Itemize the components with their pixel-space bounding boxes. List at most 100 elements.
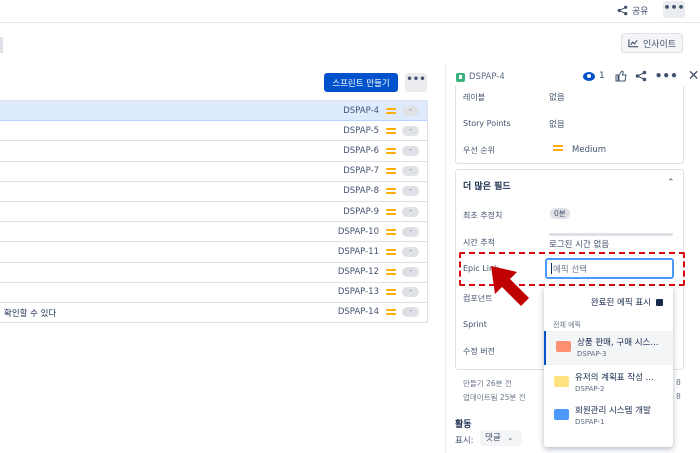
story-points-badge[interactable]: - [402,186,419,197]
share-button[interactable]: 공유 [617,3,649,17]
pointer-arrow-icon [491,266,529,306]
story-points-badge[interactable]: - [402,307,419,318]
story-points-badge[interactable]: - [402,246,419,257]
story-points-badge[interactable]: - [402,226,419,237]
priority-medium-icon [386,309,396,316]
epic-option-key: DSPAP-3 [577,350,607,358]
show-done-epics-toggle[interactable]: 완료된 에픽 표시 [591,296,663,308]
labels-field-value[interactable]: 없음 [549,91,565,103]
issue-key[interactable]: DSPAP-12 [338,267,379,277]
detail-divider [445,64,446,453]
backlog-row[interactable]: DSPAP-9 - [0,202,427,223]
issue-key[interactable]: DSPAP-13 [338,287,379,297]
more-fields-title[interactable]: 더 많은 필드 [463,179,511,192]
backlog-row[interactable]: 확인할 수 있다 DSPAP-14 - [0,303,427,324]
more-actions-button[interactable]: ••• [663,1,685,18]
show-label: 표시: [455,436,474,446]
time-tracking-bar[interactable] [549,233,673,236]
issue-key[interactable]: DSPAP-9 [343,207,379,217]
epic-link-input[interactable]: 에픽 선택 [545,258,674,279]
updated-time: 업데이트됨 25분 전 [463,393,526,402]
chart-icon [628,39,639,48]
epic-option-name: 상품 판매, 구매 시스... [577,338,659,348]
story-points-badge[interactable]: - [402,287,419,298]
left-panel-stub [0,37,3,53]
story-points-badge[interactable]: - [402,166,419,177]
original-estimate-value[interactable]: 0분 [550,208,570,219]
issue-key[interactable]: DSPAP-4 [343,106,379,116]
fix-version-field-name: 수정 버전 [463,347,495,356]
priority-medium-icon [386,168,396,175]
backlog-row[interactable]: DSPAP-7 - [0,162,427,182]
checkbox-icon[interactable] [656,298,663,306]
epic-link-placeholder: 에픽 선택 [553,264,587,275]
backlog-row[interactable]: DSPAP-4 - [0,101,427,122]
labels-field-name: 레이블 [463,93,486,102]
priority-medium-icon [386,127,396,134]
backlog-row[interactable]: DSPAP-12 - [0,263,427,283]
watch-icon[interactable] [583,71,595,81]
priority-medium-icon [553,145,563,151]
time-tracking-name: 시간 추적 [463,238,495,247]
issue-key[interactable]: DSPAP-5 [343,126,379,136]
story-points-badge[interactable]: - [402,267,419,278]
priority-medium-icon [386,289,396,296]
epic-option-name: 회원관리 시스템 개발 [575,406,651,416]
priority-medium-icon [386,208,396,215]
priority-field-value[interactable]: Medium [572,145,606,155]
epic-option[interactable]: 유저의 계획표 작성 ... DSPAP-2 [544,366,673,400]
backlog-row[interactable]: DSPAP-6 - [0,141,427,162]
more-icon[interactable]: ••• [655,70,678,82]
issue-key[interactable]: DSPAP-10 [338,227,379,237]
issue-key: DSPAP-4 [469,72,505,82]
activity-title: 활동 [455,420,472,430]
story-points-field-value[interactable]: 없음 [549,118,565,130]
share-label: 공유 [632,6,649,17]
priority-medium-icon [386,269,396,276]
story-points-badge[interactable]: - [402,145,419,156]
backlog-row[interactable]: DSPAP-8 - [0,182,427,202]
issue-key-link[interactable]: DSPAP-4 [456,72,505,82]
watch-toolbar: 1 ••• ✕ [583,69,700,83]
epic-option-key: DSPAP-2 [575,385,605,393]
backlog-more-button[interactable]: ••• [405,73,427,92]
share-icon [617,5,628,15]
watch-count: 1 [599,71,605,81]
thumbs-up-icon[interactable] [615,70,627,82]
story-points-field-name: Story Points [463,119,511,128]
epic-color-swatch [554,409,569,420]
epic-option[interactable]: 상품 판매, 구매 시스... DSPAP-3 [544,331,673,365]
backlog-row[interactable]: DSPAP-11 - [0,242,427,263]
story-points-badge[interactable]: - [402,105,419,116]
create-sprint-button[interactable]: 스프린트 만들기 [324,73,398,92]
priority-medium-icon [386,248,396,255]
original-estimate-name: 최초 추정치 [463,211,503,220]
priority-medium-icon [386,107,396,114]
issue-key[interactable]: DSPAP-11 [338,247,379,257]
backlog-row[interactable]: DSPAP-10 - [0,222,427,243]
share-icon[interactable] [635,70,647,82]
activity-filter-select[interactable]: 댓글 ⌄ [480,430,522,446]
show-done-epics-label: 완료된 에픽 표시 [590,298,651,308]
issue-summary: 확인할 수 있다 [4,308,57,319]
chevron-up-icon[interactable]: ⌃ [667,178,675,188]
epic-option[interactable]: 회원관리 시스템 개발 DSPAP-1 [544,399,673,433]
issue-key[interactable]: DSPAP-14 [338,307,379,317]
close-icon[interactable]: ✕ [688,69,700,83]
story-points-badge[interactable]: - [402,206,419,217]
priority-medium-icon [386,188,396,195]
time-tracking-value: 로그된 시간 없음 [549,240,610,250]
backlog-list: DSPAP-4 - DSPAP-5 - DSPAP-6 - DSPAP-7 - DSPAP-8 -… [0,100,428,324]
priority-medium-icon [386,228,396,235]
backlog-row[interactable]: DSPAP-5 - [0,121,427,142]
backlog-row[interactable]: DSPAP-13 - [0,283,427,303]
story-points-badge[interactable]: - [402,125,419,136]
issue-key[interactable]: DSPAP-6 [343,146,379,156]
insights-button[interactable]: 인사이트 [621,33,683,53]
activity-filter-value: 댓글 [485,433,501,443]
epic-color-swatch [554,376,569,387]
issue-key[interactable]: DSPAP-8 [343,186,379,196]
text-caret [551,263,552,274]
sprint-field-name: Sprint [463,320,487,329]
issue-key[interactable]: DSPAP-7 [343,166,379,176]
